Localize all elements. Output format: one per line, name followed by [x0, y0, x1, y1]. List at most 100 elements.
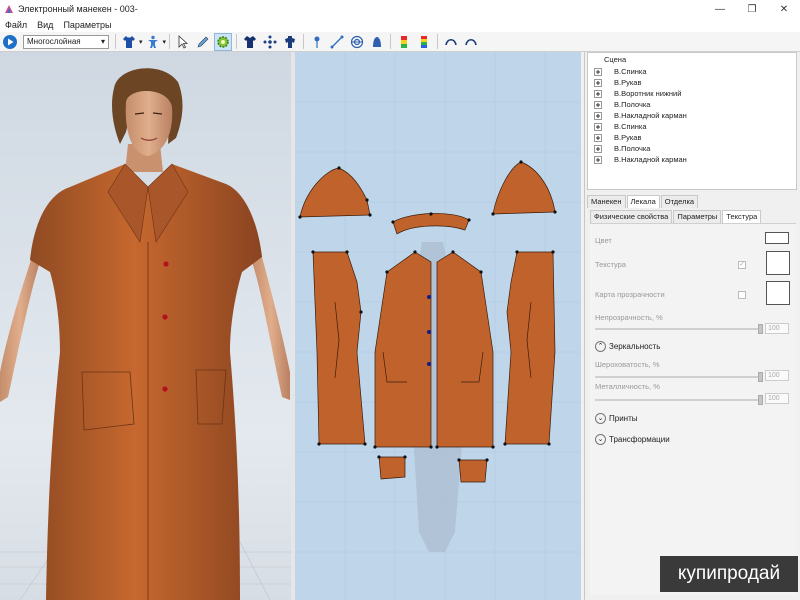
menu-file[interactable]: Файл — [0, 20, 32, 30]
mannequin-front-icon[interactable] — [281, 33, 299, 51]
rainbow-gradient-icon[interactable] — [415, 33, 433, 51]
opacity-value[interactable]: 100 — [765, 323, 789, 334]
minimize-button[interactable]: — — [704, 0, 736, 18]
prints-section-label: Принты — [609, 414, 638, 423]
pattern-view-2d[interactable] — [295, 52, 581, 600]
secondary-tabs: Физические свойства Параметры Текстура — [590, 210, 762, 223]
bell-shape-icon[interactable] — [368, 33, 386, 51]
opacity-label: Непрозрачность, % — [595, 313, 663, 322]
chevron-down-icon[interactable]: ⌄ — [595, 413, 606, 424]
transparency-map-swatch[interactable] — [766, 281, 790, 305]
expand-icon[interactable] — [594, 100, 602, 109]
tree-item[interactable]: В.Накладной карман — [594, 154, 687, 165]
slider-thumb[interactable] — [758, 395, 763, 405]
expand-icon[interactable] — [594, 67, 602, 76]
tree-item[interactable]: В.Спинка — [594, 66, 647, 77]
dropdown-arrow-icon[interactable]: ▾ — [163, 38, 167, 46]
tree-item[interactable]: В.Рукав — [594, 132, 641, 143]
pattern-pieces-canvas — [295, 52, 581, 600]
transforms-section[interactable]: ⌄ Трансформации — [595, 434, 670, 445]
metallic-slider[interactable] — [595, 395, 763, 405]
curve-left-icon[interactable] — [442, 33, 460, 51]
texture-properties: Цвет Текстура ✓ Карта прозрачности Непро… — [590, 223, 796, 595]
expand-icon[interactable] — [594, 133, 602, 142]
play-icon[interactable] — [1, 33, 19, 51]
transforms-section-label: Трансформации — [609, 435, 670, 444]
layer-mode-value: Многослойная — [27, 37, 81, 46]
tab-texture[interactable]: Текстура — [722, 210, 762, 223]
watermark: купипродай — [660, 556, 798, 592]
close-button[interactable]: ✕ — [768, 0, 800, 18]
move-points-icon[interactable] — [261, 33, 279, 51]
expand-icon[interactable] — [594, 155, 602, 164]
transparency-map-checkbox[interactable] — [738, 291, 746, 299]
tree-item-label: В.Спинка — [614, 67, 647, 76]
properties-panel: Сцена В.Спинка В.Рукав В.Воротник нижний… — [584, 52, 800, 600]
shirt-icon[interactable] — [120, 33, 138, 51]
tab-physical-properties[interactable]: Физические свойства — [590, 210, 673, 223]
toolbar: Многослойная ▾ ▾ ▾ — [0, 32, 800, 52]
tab-patterns[interactable]: Лекала — [626, 195, 660, 208]
settings-gear-icon[interactable] — [214, 32, 233, 51]
slider-thumb[interactable] — [758, 372, 763, 382]
roughness-label: Шероховатость, % — [595, 360, 660, 369]
texture-swatch[interactable] — [766, 251, 790, 275]
color-swatch[interactable] — [765, 232, 789, 244]
tree-item-label: В.Рукав — [614, 133, 642, 142]
texture-checkbox[interactable]: ✓ — [738, 261, 746, 269]
toolbar-separator — [236, 34, 238, 49]
scene-tree[interactable]: Сцена В.Спинка В.Рукав В.Воротник нижний… — [587, 52, 797, 190]
expand-icon[interactable] — [594, 122, 602, 131]
mannequin-3d-render — [0, 68, 291, 600]
expand-icon[interactable] — [594, 144, 602, 153]
color-gradient-icon[interactable] — [395, 33, 413, 51]
expand-icon[interactable] — [594, 89, 602, 98]
mirror-section[interactable]: ⌃ Зеркальность — [595, 341, 660, 352]
mannequin-icon[interactable] — [144, 33, 162, 51]
prints-section[interactable]: ⌄ Принты — [595, 413, 638, 424]
roughness-value[interactable]: 100 — [765, 370, 789, 381]
app-icon — [4, 4, 14, 14]
menu-view[interactable]: Вид — [32, 20, 58, 30]
toolbar-separator — [115, 34, 116, 49]
maximize-button[interactable]: ❐ — [736, 0, 768, 18]
select-arrow-icon[interactable] — [174, 33, 192, 51]
tree-item[interactable]: В.Спинка — [594, 121, 647, 132]
toolbar-separator — [390, 34, 392, 49]
tree-item[interactable]: В.Полочка — [594, 143, 650, 154]
tree-item[interactable]: В.Полочка — [594, 99, 650, 110]
slider-thumb[interactable] — [758, 324, 763, 334]
tree-item[interactable]: В.Накладной карман — [594, 110, 687, 121]
tree-root[interactable]: Сцена — [604, 55, 626, 64]
menu-params[interactable]: Параметры — [58, 20, 116, 30]
toolbar-separator — [437, 34, 439, 49]
tree-item[interactable]: В.Воротник нижний — [594, 88, 681, 99]
texture-label: Текстура — [595, 260, 626, 269]
transparency-map-label: Карта прозрачности — [595, 290, 665, 299]
target-icon[interactable] — [348, 33, 366, 51]
dropdown-arrow-icon[interactable]: ▾ — [139, 38, 143, 46]
tab-parameters[interactable]: Параметры — [673, 210, 722, 223]
color-label: Цвет — [595, 236, 612, 245]
tree-item-label: В.Полочка — [614, 144, 651, 153]
pen-tool-icon[interactable] — [194, 33, 212, 51]
viewport-3d[interactable] — [0, 52, 291, 600]
layer-mode-select[interactable]: Многослойная ▾ — [23, 34, 109, 49]
tab-mannequin[interactable]: Манекен — [587, 195, 626, 208]
chevron-down-icon[interactable]: ⌄ — [595, 434, 606, 445]
tree-item[interactable]: В.Рукав — [594, 77, 641, 88]
line-measure-icon[interactable] — [328, 33, 346, 51]
tab-finishing[interactable]: Отделка — [660, 195, 699, 208]
garment-icon[interactable] — [241, 33, 259, 51]
roughness-slider[interactable] — [595, 372, 763, 382]
opacity-slider[interactable] — [595, 324, 763, 334]
tree-item-label: В.Полочка — [614, 100, 651, 109]
curve-right-icon[interactable] — [462, 33, 480, 51]
pin-icon[interactable] — [308, 33, 326, 51]
metallic-label: Металличность, % — [595, 382, 660, 391]
metallic-value[interactable]: 100 — [765, 393, 789, 404]
expand-icon[interactable] — [594, 78, 602, 87]
toolbar-separator — [303, 34, 305, 49]
expand-icon[interactable] — [594, 111, 602, 120]
chevron-up-icon[interactable]: ⌃ — [595, 341, 606, 352]
